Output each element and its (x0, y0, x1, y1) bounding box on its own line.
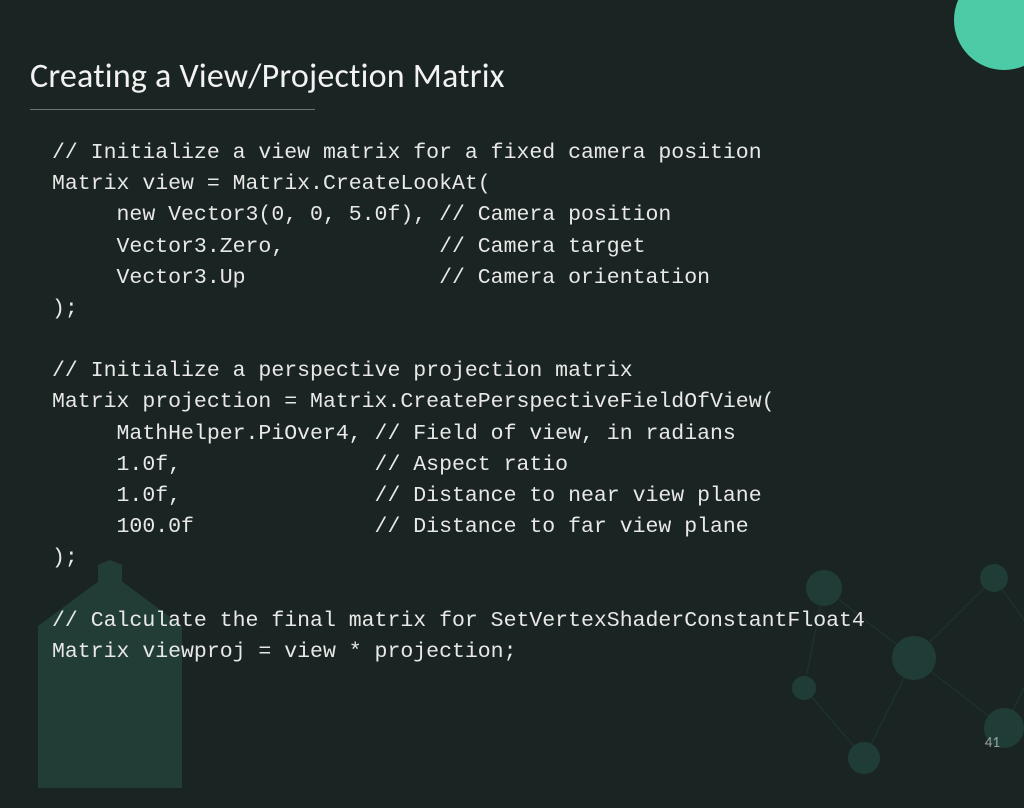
title-underline (30, 109, 315, 110)
slide-content: Creating a View/Projection Matrix // Ini… (0, 0, 1024, 698)
page-number: 41 (985, 734, 1000, 752)
code-block: // Initialize a view matrix for a fixed … (30, 138, 994, 668)
slide-title: Creating a View/Projection Matrix (30, 56, 994, 97)
